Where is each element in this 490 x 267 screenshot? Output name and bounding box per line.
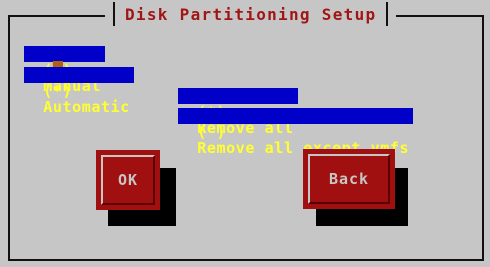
back-button[interactable]: Back <box>303 149 395 209</box>
automatic-option[interactable]: (*) Automatic <box>24 67 134 115</box>
remove-all-option[interactable]: (*) Remove all <box>178 88 298 136</box>
manual-option[interactable]: (█) Manual <box>24 46 106 94</box>
ok-button-label: OK <box>117 171 139 189</box>
back-button-label: Back <box>328 170 370 188</box>
dialog-title-bar: Disk Partitioning Setup <box>105 2 397 26</box>
automatic-label: Automatic <box>43 98 130 116</box>
dialog-title: Disk Partitioning Setup <box>125 4 377 24</box>
ok-button[interactable]: OK <box>96 150 160 210</box>
remove-all-except-vmfs-option[interactable]: ( ) Remove all except vmfs <box>178 108 414 156</box>
title-right-bracket <box>386 2 389 26</box>
